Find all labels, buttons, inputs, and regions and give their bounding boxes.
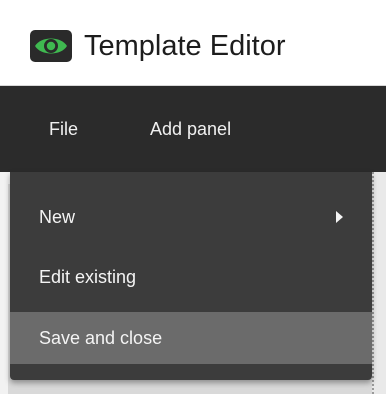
menu-add-panel[interactable]: Add panel (150, 119, 231, 139)
chevron-right-icon (336, 211, 343, 223)
menu-item-edit-existing[interactable]: Edit existing (10, 251, 372, 303)
menu-bar: File Add panel (0, 86, 386, 172)
menu-item-save-and-close[interactable]: Save and close (10, 312, 372, 364)
eye-icon (30, 30, 72, 62)
window-title: Template Editor (84, 30, 286, 62)
menu-file[interactable]: File (49, 119, 78, 139)
menu-item-label: Save and close (39, 328, 163, 348)
canvas-panel-edge (372, 172, 386, 394)
menu-item-new[interactable]: New (10, 191, 372, 243)
menu-item-label: Edit existing (39, 267, 137, 287)
title-bar: Template Editor (0, 0, 386, 86)
file-menu-dropdown: New Edit existing Save and close (10, 172, 372, 380)
menu-item-label: New (39, 207, 76, 227)
